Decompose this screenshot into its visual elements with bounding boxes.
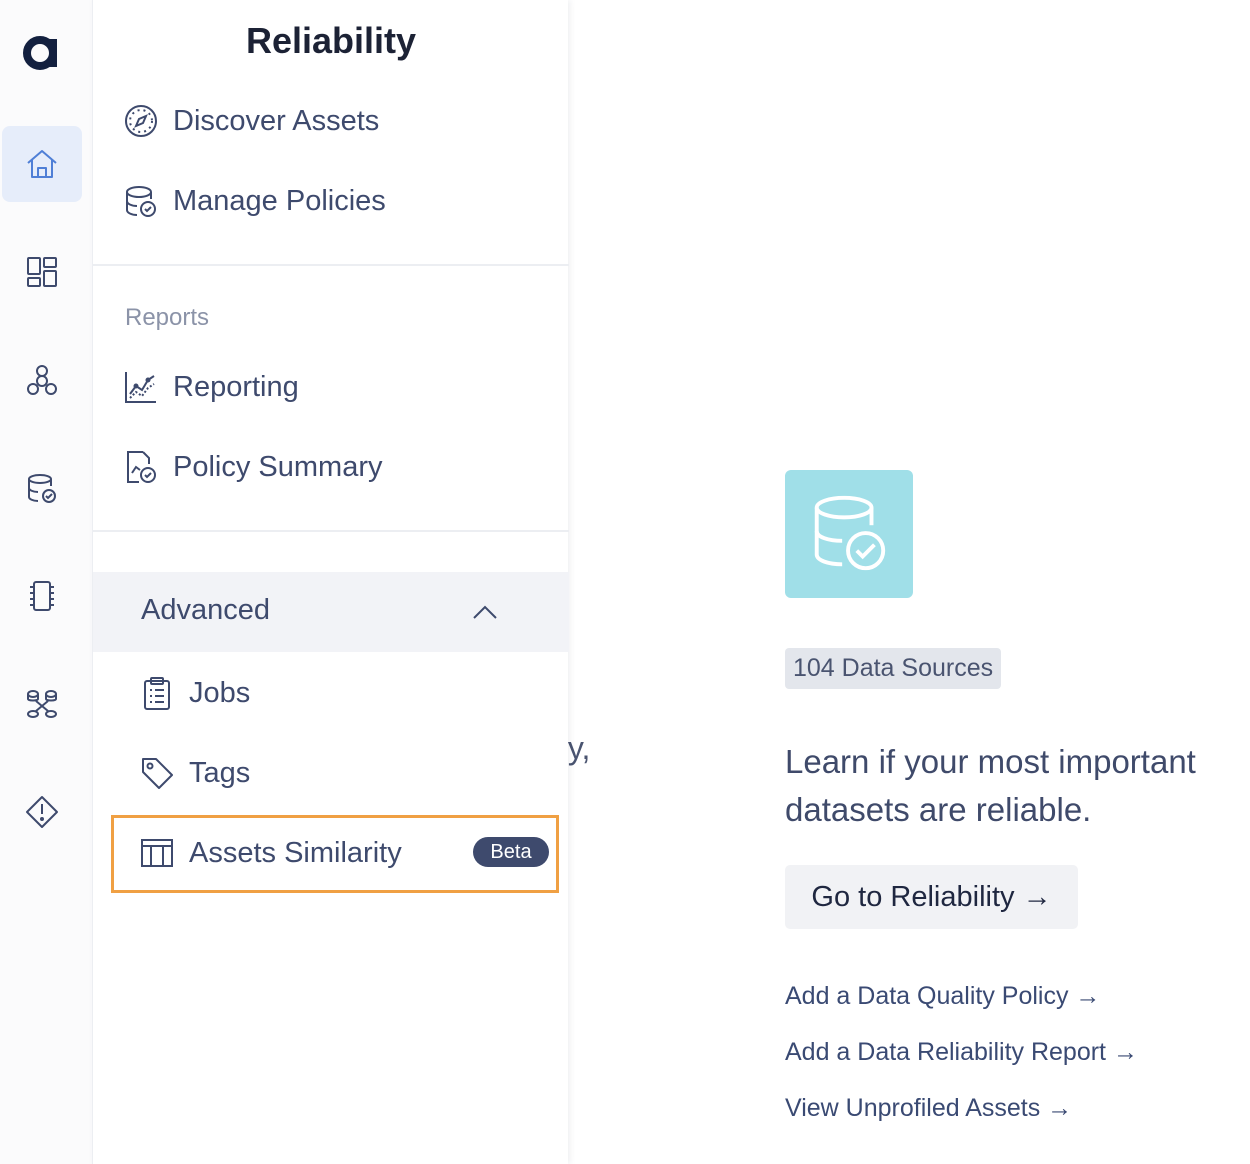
home-icon: [27, 150, 57, 178]
chevron-up-icon: [473, 605, 497, 619]
menu-item-label: Tags: [189, 756, 251, 789]
rail-compute-button[interactable]: [2, 558, 82, 634]
compass-icon: [125, 105, 157, 137]
alert-diamond-icon: [26, 796, 58, 828]
app-logo[interactable]: [20, 26, 64, 76]
menu-item-policy-summary[interactable]: Policy Summary: [123, 442, 383, 492]
table-icon: [141, 839, 173, 867]
flyout-divider: [93, 264, 569, 266]
policy-summary-icon: [127, 451, 156, 483]
card-description: Learn if your most important datasets ar…: [785, 743, 1196, 828]
reports-section-label: Reports: [125, 304, 210, 331]
chart-line-icon: [125, 372, 156, 403]
view-unprofiled-assets-link[interactable]: View Unprofiled Assets →: [785, 1094, 1072, 1123]
database-check-icon: [814, 495, 886, 571]
database-check-icon: [28, 474, 56, 503]
menu-item-jobs[interactable]: Jobs: [139, 668, 250, 718]
go-to-reliability-button[interactable]: Go to Reliability →: [785, 865, 1078, 929]
dashboard-icon: [27, 257, 57, 287]
menu-item-label: Reporting: [173, 370, 299, 403]
rail-reliability-button[interactable]: [2, 450, 82, 526]
flyout-title: Reliability: [245, 20, 417, 61]
menu-item-manage-policies[interactable]: Manage Policies: [123, 176, 386, 226]
tag-icon: [142, 758, 173, 789]
rail-dashboard-button[interactable]: [2, 234, 82, 310]
menu-item-discover-assets[interactable]: Discover Assets: [123, 96, 379, 146]
clipboard-icon: [144, 677, 170, 710]
rail-home-button[interactable]: [2, 126, 82, 202]
flyout-divider: [93, 530, 569, 532]
cluster-icon: [27, 365, 57, 395]
add-data-quality-policy-link[interactable]: Add a Data Quality Policy →: [785, 982, 1100, 1011]
rail-pipeline-button[interactable]: [2, 666, 82, 742]
menu-item-label: Discover Assets: [173, 104, 380, 137]
rail-alerts-button[interactable]: [2, 774, 82, 850]
menu-item-label: Assets Similarity: [189, 836, 402, 869]
reliability-flyout-menu: Reliability Discover Assets Manage Polic…: [92, 0, 569, 1164]
advanced-section-toggle[interactable]: Advanced: [93, 572, 569, 652]
menu-item-label: Policy Summary: [173, 450, 383, 483]
menu-item-reporting[interactable]: Reporting: [123, 362, 299, 412]
add-data-reliability-report-link[interactable]: Add a Data Reliability Report →: [785, 1038, 1138, 1067]
pipeline-icon: [27, 690, 57, 718]
reliability-card-icon: [785, 470, 913, 598]
rail-cluster-button[interactable]: [2, 342, 82, 418]
menu-item-assets-similarity[interactable]: Assets Similarity: [139, 828, 402, 878]
advanced-section-label: Advanced: [141, 594, 270, 626]
menu-item-label: Jobs: [189, 676, 251, 709]
menu-item-label: Manage Policies: [173, 184, 386, 217]
chip-icon: [30, 581, 54, 611]
database-policy-icon: [126, 186, 156, 217]
icon-rail: [0, 0, 92, 1164]
menu-item-tags[interactable]: Tags: [139, 748, 250, 798]
beta-badge: Beta: [473, 837, 549, 867]
data-sources-badge: 104 Data Sources: [785, 648, 1002, 689]
